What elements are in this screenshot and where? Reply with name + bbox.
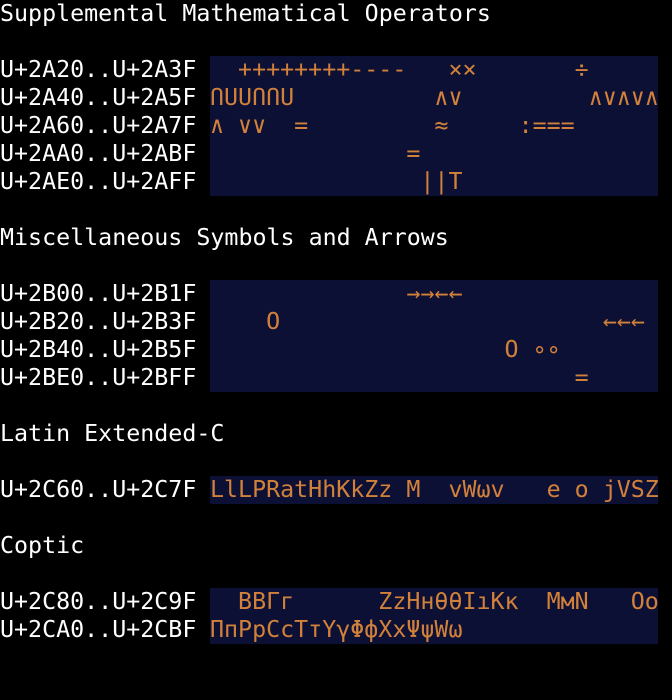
glyph-cells: ∧ ∨∨ = ≈ :===	[210, 112, 658, 140]
unicode-chart-page: { "sections": [ { "heading": "Supplement…	[0, 0, 672, 672]
section-heading-latin-extended-c: Latin Extended-C	[0, 420, 225, 447]
range-label: U+2BE0..U+2BFF	[0, 364, 197, 391]
glyph-row: U+2B20..U+2B3F O ←←←	[0, 308, 672, 336]
range-label: U+2A60..U+2A7F	[0, 112, 197, 139]
glyph-row: U+2AE0..U+2AFF ∣∣T	[0, 168, 672, 196]
section-heading-coptic: Coptic	[0, 532, 85, 559]
glyph-cells: ∣∣T	[210, 168, 658, 196]
section-heading-supplemental-math-operators: Supplemental Mathematical Operators	[0, 0, 491, 27]
range-label: U+2B40..U+2B5F	[0, 336, 197, 363]
range-label: U+2C80..U+2C9F	[0, 588, 197, 615]
range-label: U+2B00..U+2B1F	[0, 280, 197, 307]
range-label: U+2CA0..U+2CBF	[0, 616, 197, 643]
glyph-row: U+2C80..U+2C9F BBΓг ZzHнθθIıKκ MмN Oo	[0, 588, 672, 616]
glyph-cells: ++++++++---- ×× ÷	[210, 56, 658, 84]
glyph-cells: BBΓг ZzHнθθIıKκ MмN Oo	[210, 588, 658, 616]
glyph-cells: →→←←	[210, 280, 658, 308]
glyph-row: U+2AA0..U+2ABF =	[0, 140, 672, 168]
glyph-cells: ПпPpCcTтYγΦфXxΨψWω	[210, 616, 658, 644]
glyph-row: U+2A60..U+2A7F ∧ ∨∨ = ≈ :===	[0, 112, 672, 140]
glyph-cells: O ←←←	[210, 308, 658, 336]
glyph-cells: =	[210, 140, 658, 168]
glyph-row: U+2CA0..U+2CBF ПпPpCcTтYγΦфXxΨψWω	[0, 616, 672, 644]
glyph-cells: LlLPRatHhKkZz M vWωv e o jVSZ	[210, 476, 658, 504]
range-label: U+2A20..U+2A3F	[0, 56, 197, 83]
glyph-row: U+2A20..U+2A3F ++++++++---- ×× ÷	[0, 56, 672, 84]
range-label: U+2C60..U+2C7F	[0, 476, 197, 503]
range-label: U+2B20..U+2B3F	[0, 308, 197, 335]
glyph-row: U+2A40..U+2A5F ՈՍՍՈՈՍ ∧∨ ∧∨∧∨∧∧	[0, 84, 672, 112]
glyph-cells: ՈՍՍՈՈՍ ∧∨ ∧∨∧∨∧∧	[210, 84, 658, 112]
glyph-cells: O ∘∘	[210, 336, 658, 364]
range-label: U+2A40..U+2A5F	[0, 84, 197, 111]
glyph-row: U+2B00..U+2B1F →→←←	[0, 280, 672, 308]
range-label: U+2AA0..U+2ABF	[0, 140, 197, 167]
range-label: U+2AE0..U+2AFF	[0, 168, 197, 195]
glyph-row: U+2C60..U+2C7F LlLPRatHhKkZz M vWωv e o …	[0, 476, 672, 504]
glyph-row: U+2B40..U+2B5F O ∘∘	[0, 336, 672, 364]
section-heading-misc-symbols-arrows: Miscellaneous Symbols and Arrows	[0, 224, 449, 251]
glyph-row: U+2BE0..U+2BFF =	[0, 364, 672, 392]
glyph-cells: =	[210, 364, 658, 392]
